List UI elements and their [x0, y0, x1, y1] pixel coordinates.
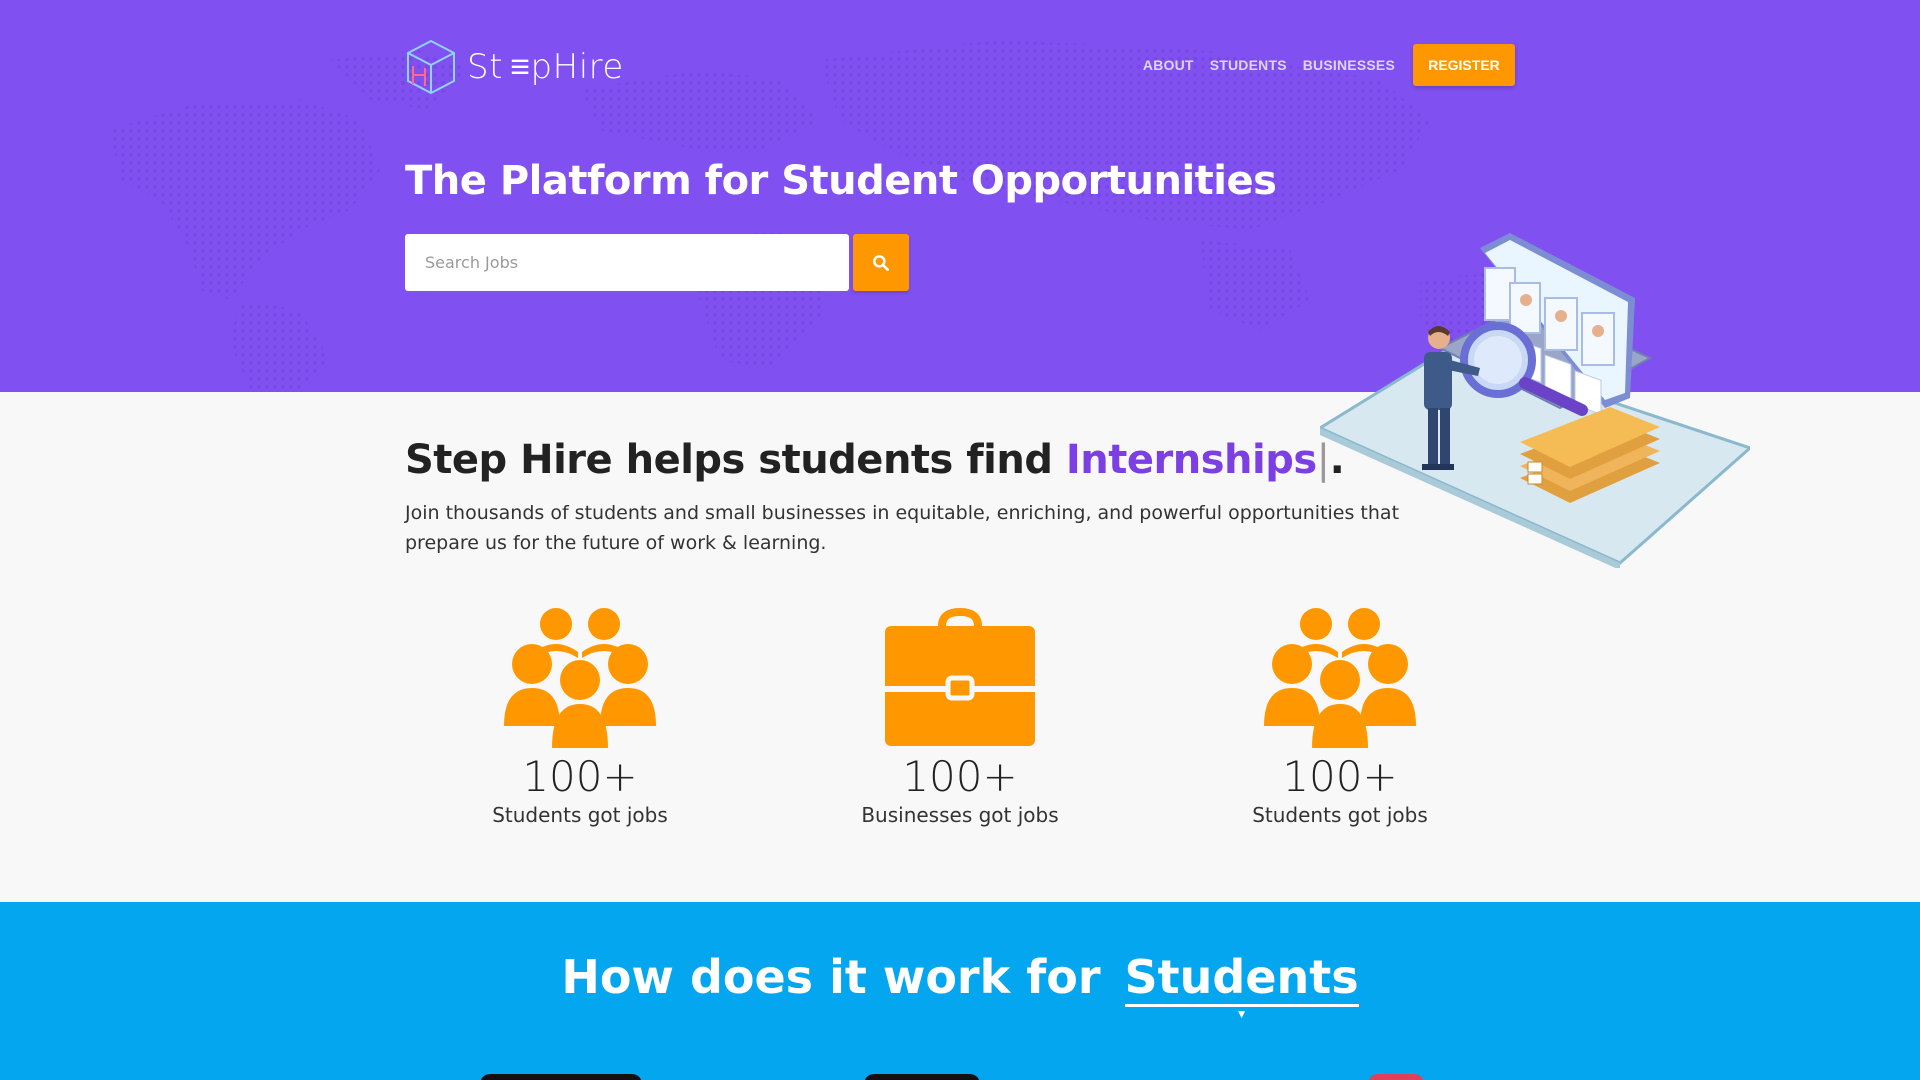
step-card-peek: [864, 1074, 980, 1080]
search-jobs-input[interactable]: [405, 234, 849, 291]
intro-title-suffix: .: [1329, 437, 1345, 483]
job-search-bar: [405, 234, 909, 291]
people-group-icon: [504, 608, 656, 748]
stat-students-2: 100+ Students got jobs: [1190, 603, 1490, 827]
nav-link-about[interactable]: ABOUT: [1143, 57, 1194, 73]
stat-value: 100+: [522, 752, 638, 801]
intro-title: Step Hire helps students find Internship…: [405, 437, 1345, 483]
people-group-icon: [1264, 608, 1416, 748]
nav-links: ABOUT STUDENTS BUSINESSES REGISTER: [1127, 44, 1515, 86]
typing-cursor: |: [1316, 437, 1330, 483]
brand-name: St ≡pHire: [467, 47, 624, 87]
stat-value: 100+: [1282, 752, 1398, 801]
search-button[interactable]: [853, 234, 909, 291]
nav-link-students[interactable]: STUDENTS: [1210, 57, 1287, 73]
caret-down-icon: ▼: [1238, 1010, 1246, 1020]
how-it-works-title: How does it work for Students ▼: [0, 950, 1920, 1020]
audience-selector[interactable]: Students ▼: [1124, 950, 1359, 1020]
cube-logo-icon: [407, 39, 455, 95]
stat-label: Businesses got jobs: [861, 803, 1059, 827]
stat-students: 100+ Students got jobs: [430, 603, 730, 827]
top-nav: St ≡pHire ABOUT STUDENTS BUSINESSES REGI…: [405, 36, 1515, 98]
stat-label: Students got jobs: [1252, 803, 1428, 827]
intro-title-highlight: Internships: [1065, 437, 1317, 483]
hero-title: The Platform for Student Opportunities: [405, 158, 1277, 204]
step-card-peek: [480, 1074, 642, 1080]
stat-label: Students got jobs: [492, 803, 668, 827]
step-card-peek: [1368, 1074, 1424, 1080]
how-it-works-section: How does it work for Students ▼: [0, 902, 1920, 1080]
stat-businesses: 100+ Businesses got jobs: [810, 603, 1110, 827]
brand-logo[interactable]: St ≡pHire: [405, 36, 624, 98]
intro-description: Join thousands of students and small bus…: [405, 502, 1400, 554]
how-title-prefix: How does it work for: [561, 950, 1117, 1004]
search-icon: [873, 254, 889, 271]
stat-value: 100+: [902, 752, 1018, 801]
intro-title-prefix: Step Hire helps students find: [405, 437, 1066, 483]
register-button[interactable]: REGISTER: [1413, 44, 1515, 86]
nav-link-businesses[interactable]: BUSINESSES: [1303, 57, 1395, 73]
audience-selected: Students: [1124, 950, 1359, 1004]
briefcase-icon: [885, 608, 1035, 746]
